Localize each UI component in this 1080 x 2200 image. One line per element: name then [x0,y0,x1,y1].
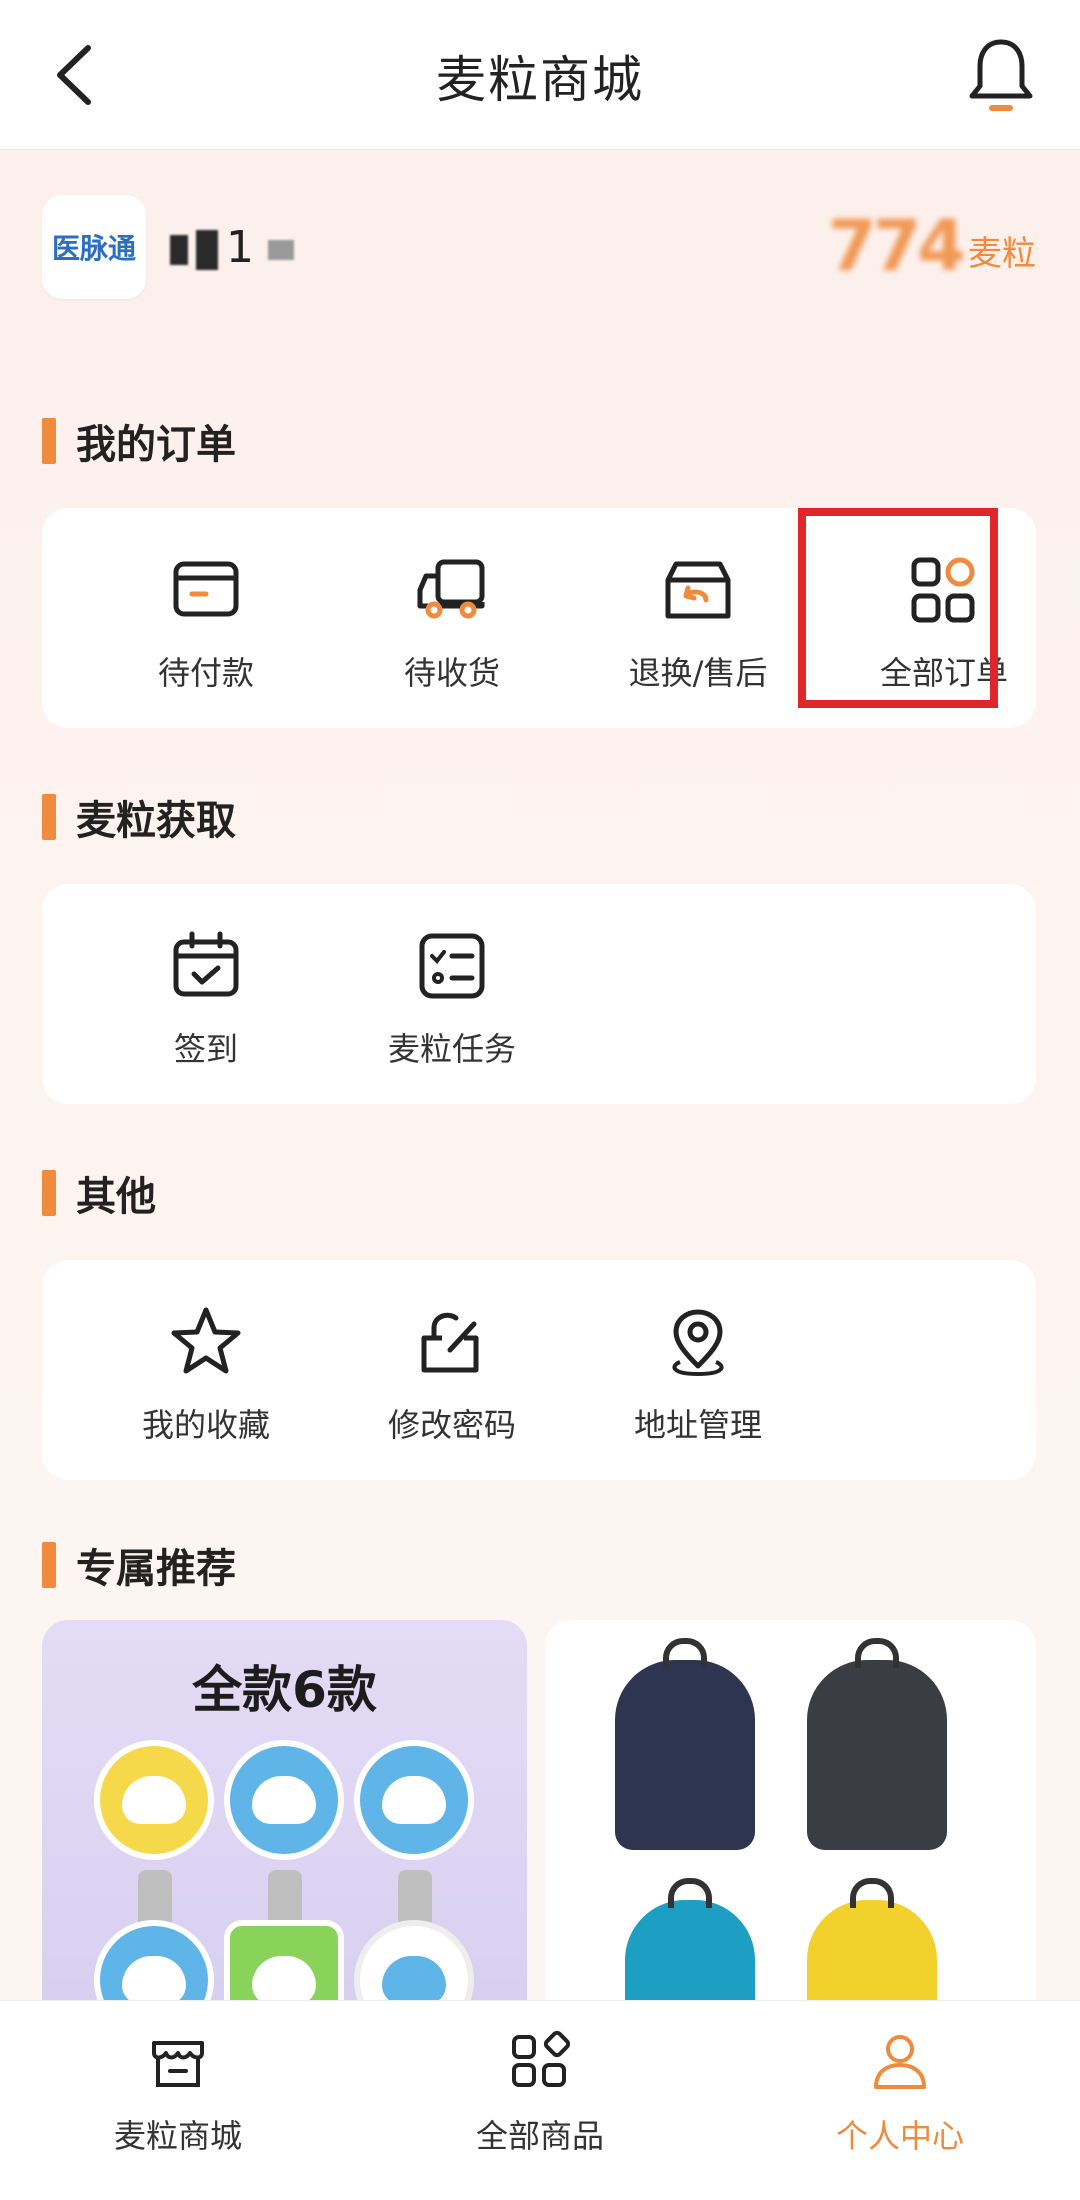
section-title-recommend: 专属推荐 [42,1536,236,1594]
nav-label: 麦粒商城 [113,2117,242,2155]
badge-image [224,1740,344,1860]
recommend-product-badges[interactable]: 全款6款 [42,1620,527,2000]
other-change-password[interactable]: 修改密码 [352,1302,552,1446]
badge-image [354,1740,474,1860]
user-icon [874,2035,926,2089]
tile-label: 待收货 [403,654,500,692]
other-address[interactable]: 地址管理 [598,1302,798,1446]
masked-char [268,240,294,260]
points-unit: 麦粒 [968,234,1036,274]
section-title-orders: 我的订单 [42,412,236,470]
other-favorites[interactable]: 我的收藏 [106,1302,306,1446]
badge-image [224,1920,344,2000]
order-return-after-sale[interactable]: 退换/售后 [598,550,798,694]
tile-label: 修改密码 [387,1406,516,1444]
other-card: 我的收藏 修改密码 地址管理 [42,1260,1036,1480]
product-promo-title: 全款6款 [192,1661,377,1719]
tile-label: 麦粒任务 [387,1030,516,1068]
earn-tasks[interactable]: 麦粒任务 [352,926,552,1070]
return-box-icon [665,561,731,619]
tile-label: 退换/售后 [628,654,768,692]
tile-label: 签到 [173,1030,238,1068]
tile-label: 地址管理 [633,1406,762,1444]
wallet-icon [173,561,239,617]
username: 1 [170,222,302,273]
badge-image [94,1740,214,1860]
order-pending-payment[interactable]: 待付款 [106,550,306,694]
tile-label: 我的收藏 [141,1406,270,1444]
nav-item-profile[interactable]: 个人中心 [780,2029,1020,2157]
points-value: 774 [827,205,966,287]
backpack-image [807,1638,947,1850]
logo-text: 医脉通 [51,232,136,265]
backpack-image [625,1878,755,2000]
app-logo: 医脉通 [42,195,146,299]
bell-icon[interactable] [966,34,1036,118]
nav-label: 个人中心 [835,2117,964,2155]
masked-char [196,230,218,270]
highlight-box [798,508,998,708]
task-list-icon [419,933,485,999]
section-title-earn: 麦粒获取 [42,788,236,846]
nav-item-shop[interactable]: 麦粒商城 [58,2029,298,2157]
order-pending-receipt[interactable]: 待收货 [352,550,552,694]
calendar-check-icon [173,931,239,997]
earn-card: 签到 麦粒任务 [42,884,1036,1104]
page-title: 麦粒商城 [436,51,644,109]
masked-char [170,235,188,265]
backpack-image [615,1638,755,1850]
star-icon [171,1307,241,1374]
truck-icon [417,559,485,619]
products-grid-icon [512,2030,571,2087]
lock-edit-icon [421,1312,479,1373]
badge-image [94,1920,214,2000]
backpack-image [807,1878,937,2000]
section-title-other: 其他 [42,1164,156,1222]
top-header: 麦粒商城 [0,0,1080,150]
username-visible: 1 [226,222,258,273]
nav-label: 全部商品 [475,2117,604,2155]
tile-label: 待付款 [157,654,254,692]
shop-icon [152,2041,204,2087]
points-balance[interactable]: 774 麦粒 [828,205,1036,287]
recommend-product-backpacks[interactable] [545,1620,1036,2000]
location-pin-icon [672,1309,724,1377]
earn-sign-in[interactable]: 签到 [106,926,306,1070]
nav-item-products[interactable]: 全部商品 [420,2029,660,2157]
badge-image [354,1920,474,2000]
bottom-navigation: 麦粒商城 全部商品 个人中心 [0,2000,1080,2200]
